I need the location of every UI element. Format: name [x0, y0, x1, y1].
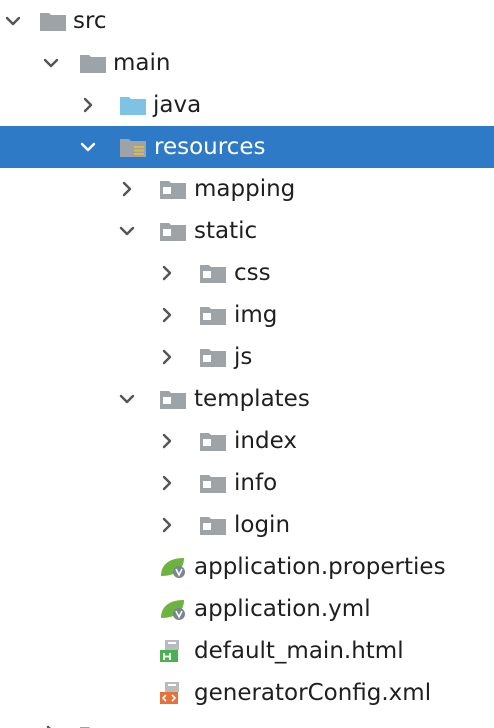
tree-node-label: js — [234, 344, 253, 370]
folder-icon — [40, 13, 66, 31]
tree-node-default-main-html[interactable]: default_main.html — [0, 630, 494, 672]
tree-node-label: default_main.html — [194, 638, 404, 664]
html-file-icon — [160, 640, 179, 662]
tree-node-static[interactable]: static — [0, 210, 494, 252]
tree-node-main[interactable]: main — [0, 42, 494, 84]
tree-node-js[interactable]: js — [0, 336, 494, 378]
tree-node-label: java — [153, 92, 202, 118]
tree-node-label: css — [234, 260, 271, 286]
tree-node-templates[interactable]: templates — [0, 378, 494, 420]
chevron-down-icon[interactable] — [118, 390, 136, 408]
tree-node-java[interactable]: java — [0, 84, 494, 126]
tree-node-mapping[interactable]: mapping — [0, 168, 494, 210]
tree-node-label: main — [113, 50, 171, 76]
chevron-right-icon[interactable] — [79, 96, 97, 114]
chevron-right-icon[interactable] — [158, 516, 176, 534]
chevron-right-icon[interactable] — [158, 348, 176, 366]
tree-node-application-yml[interactable]: application.yml — [0, 588, 494, 630]
tree-node-login[interactable]: login — [0, 504, 494, 546]
chevron-right-icon[interactable] — [158, 432, 176, 450]
folder-icon — [200, 517, 226, 535]
tree-node-index[interactable]: index — [0, 420, 494, 462]
tree-node-generatorconfig-xml[interactable]: generatorConfig.xml — [0, 672, 494, 714]
folder-icon — [80, 727, 90, 728]
tree-node-info[interactable]: info — [0, 462, 494, 504]
tree-node-label: login — [234, 512, 291, 538]
chevron-down-icon[interactable] — [42, 54, 60, 72]
folder-icon — [200, 475, 226, 493]
chevron-right-icon[interactable] — [118, 180, 136, 198]
tree-node-label: mapping — [194, 176, 296, 202]
tree-node-label: generatorConfig.xml — [194, 680, 432, 706]
folder-icon — [160, 181, 186, 199]
chevron-right-icon[interactable] — [158, 264, 176, 282]
folder-icon — [80, 55, 106, 73]
folder-icon — [200, 433, 226, 451]
tree-node-label: info — [234, 470, 278, 496]
tree-node-css[interactable]: css — [0, 252, 494, 294]
folder-icon — [160, 391, 186, 409]
tree-node-label: resources — [154, 134, 266, 160]
chevron-right-icon[interactable] — [42, 724, 60, 728]
chevron-down-icon[interactable] — [118, 222, 136, 240]
tree-node-img[interactable]: img — [0, 294, 494, 336]
chevron-right-icon[interactable] — [158, 306, 176, 324]
chevron-down-icon[interactable] — [4, 12, 22, 30]
source-folder-icon — [120, 97, 146, 115]
folder-icon — [160, 223, 186, 241]
chevron-right-icon[interactable] — [158, 474, 176, 492]
tree-node-label: img — [234, 302, 278, 328]
folder-icon — [200, 265, 226, 283]
tree-node-partial[interactable] — [0, 714, 494, 728]
tree-node-application-properties[interactable]: application.properties — [0, 546, 494, 588]
tree-node-label: src — [73, 8, 107, 34]
tree-node-label: templates — [194, 386, 310, 412]
xml-file-icon — [160, 682, 179, 704]
tree-node-label: application.properties — [194, 554, 446, 580]
tree-node-label: static — [194, 218, 258, 244]
project-tree: src main java resources mapping static c… — [0, 0, 494, 728]
spring-config-file-icon — [161, 558, 185, 578]
folder-icon — [200, 349, 226, 367]
spring-config-file-icon — [161, 600, 185, 620]
resources-folder-icon — [120, 139, 146, 157]
tree-node-src[interactable]: src — [0, 0, 494, 42]
chevron-down-icon[interactable] — [79, 138, 97, 156]
folder-icon — [200, 307, 226, 325]
tree-node-resources[interactable]: resources — [0, 126, 494, 168]
tree-node-label: index — [234, 428, 297, 454]
tree-node-label: application.yml — [194, 596, 371, 622]
